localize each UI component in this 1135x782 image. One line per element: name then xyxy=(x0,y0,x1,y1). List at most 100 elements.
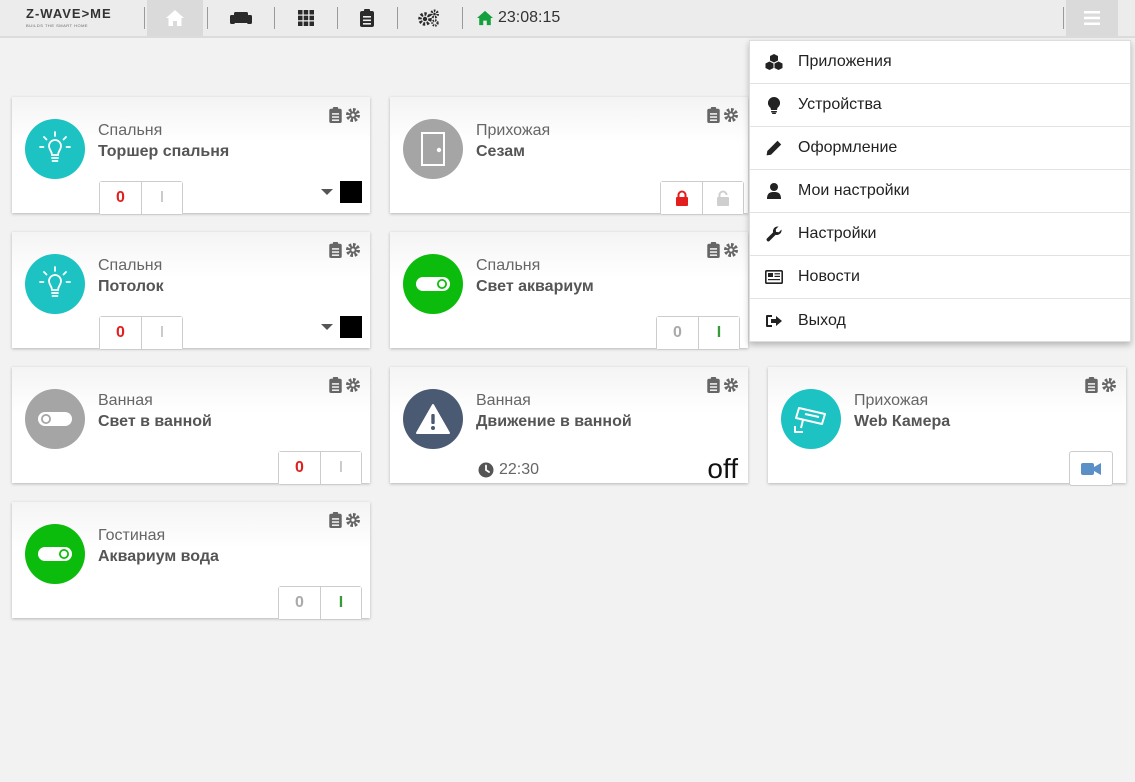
device-card: Спальня Потолок 0 I xyxy=(12,232,370,350)
top-bar: Z-WAVE>ME BUILDS THE SMART HOME 23:08:15 xyxy=(0,0,1135,38)
video-camera-icon xyxy=(1081,462,1101,475)
menu-item-settings[interactable]: Настройки xyxy=(750,213,1130,256)
on-off-switch: 0 I xyxy=(278,451,362,485)
main-menu-button[interactable] xyxy=(1066,0,1118,36)
on-off-switch: 0 I xyxy=(99,181,183,215)
device-name: Свет аквариум xyxy=(476,278,594,295)
caret-down-icon[interactable] xyxy=(321,189,333,195)
off-button[interactable]: 0 xyxy=(100,317,141,349)
on-button[interactable]: I xyxy=(141,317,182,349)
menu-item-label: Новости xyxy=(798,268,860,285)
off-button[interactable]: 0 xyxy=(279,587,320,619)
on-button[interactable]: I xyxy=(698,317,739,349)
main-menu-dropdown: Приложения Устройства Оформление Мои нас… xyxy=(749,40,1131,342)
logo-tagline: BUILDS THE SMART HOME xyxy=(26,23,89,28)
clipboard-icon[interactable] xyxy=(707,242,720,258)
clipboard-icon[interactable] xyxy=(1085,377,1098,393)
device-room: Ванная xyxy=(476,392,531,409)
device-name: Потолок xyxy=(98,278,164,295)
off-button[interactable]: 0 xyxy=(657,317,698,349)
clipboard-icon[interactable] xyxy=(329,512,342,528)
gear-icon[interactable] xyxy=(345,107,361,123)
on-off-switch: 0 I xyxy=(656,316,740,350)
device-room: Прихожая xyxy=(476,122,551,139)
device-room: Спальня xyxy=(476,257,541,274)
gear-icon[interactable] xyxy=(723,377,739,393)
cubes-icon xyxy=(765,54,783,70)
menu-item-my-settings[interactable]: Мои настройки xyxy=(750,170,1130,213)
clock-time: 23:08:15 xyxy=(498,9,561,26)
device-room: Гостиная xyxy=(98,527,166,544)
on-button[interactable]: I xyxy=(320,587,361,619)
device-card: Спальня Свет аквариум 0 I xyxy=(390,232,748,350)
gears-icon xyxy=(418,9,440,27)
clock-icon xyxy=(478,462,494,478)
home-button[interactable] xyxy=(147,0,203,36)
menu-item-label: Оформление xyxy=(798,139,898,156)
gear-icon[interactable] xyxy=(1101,377,1117,393)
pencil-icon xyxy=(766,140,782,156)
events-button[interactable] xyxy=(340,0,394,36)
device-card: Ванная Движение в ванной 22:30 off xyxy=(390,367,748,483)
separator xyxy=(1063,7,1064,29)
unlock-button[interactable] xyxy=(702,182,743,214)
clipboard-icon[interactable] xyxy=(329,242,342,258)
hamburger-icon xyxy=(1084,11,1100,25)
user-icon xyxy=(767,183,781,199)
device-room: Прихожая xyxy=(854,392,929,409)
bulb-icon xyxy=(25,119,85,179)
toggle-on-icon xyxy=(25,524,85,584)
grid-icon xyxy=(298,10,314,26)
caret-down-icon[interactable] xyxy=(321,324,333,330)
last-update: 22:30 xyxy=(478,461,539,479)
lock-button[interactable] xyxy=(661,182,702,214)
lightbulb-icon xyxy=(768,96,780,114)
clipboard-icon[interactable] xyxy=(329,107,342,123)
rooms-button[interactable] xyxy=(210,0,272,36)
home-icon xyxy=(166,10,184,26)
newspaper-icon xyxy=(765,270,783,284)
separator xyxy=(462,7,463,29)
open-camera-button[interactable] xyxy=(1069,451,1113,486)
device-room: Спальня xyxy=(98,122,163,139)
menu-item-devices[interactable]: Устройства xyxy=(750,84,1130,127)
toggle-off-icon xyxy=(25,389,85,449)
gear-icon[interactable] xyxy=(345,377,361,393)
warning-icon xyxy=(403,389,463,449)
sensor-level: off xyxy=(707,453,738,484)
automation-button[interactable] xyxy=(400,0,458,36)
separator xyxy=(337,7,338,29)
color-swatch[interactable] xyxy=(340,316,362,338)
device-name: Web Камера xyxy=(854,413,951,430)
clipboard-icon[interactable] xyxy=(329,377,342,393)
logo-text: Z-WAVE>ME xyxy=(26,6,112,21)
menu-item-news[interactable]: Новости xyxy=(750,256,1130,299)
menu-item-logout[interactable]: Выход xyxy=(750,299,1130,342)
device-name: Торшер спальня xyxy=(98,143,230,160)
off-button[interactable]: 0 xyxy=(100,182,141,214)
off-button[interactable]: 0 xyxy=(279,452,320,484)
separator xyxy=(274,7,275,29)
gear-icon[interactable] xyxy=(723,242,739,258)
gear-icon[interactable] xyxy=(345,242,361,258)
menu-item-label: Мои настройки xyxy=(798,182,910,199)
gear-icon[interactable] xyxy=(723,107,739,123)
logo: Z-WAVE>ME BUILDS THE SMART HOME xyxy=(26,7,122,31)
home-icon xyxy=(477,10,493,26)
device-room: Ванная xyxy=(98,392,153,409)
device-room: Спальня xyxy=(98,257,163,274)
wrench-icon xyxy=(766,226,782,242)
device-card: Гостиная Аквариум вода 0 I xyxy=(12,502,370,620)
on-button[interactable]: I xyxy=(320,452,361,484)
on-off-switch: 0 I xyxy=(99,316,183,350)
clipboard-icon xyxy=(360,9,374,27)
menu-item-design[interactable]: Оформление xyxy=(750,127,1130,170)
color-swatch[interactable] xyxy=(340,181,362,203)
elements-button[interactable] xyxy=(277,0,335,36)
clipboard-icon[interactable] xyxy=(707,107,720,123)
on-button[interactable]: I xyxy=(141,182,182,214)
menu-item-apps[interactable]: Приложения xyxy=(750,41,1130,84)
gear-icon[interactable] xyxy=(345,512,361,528)
device-name: Движение в ванной xyxy=(476,413,632,430)
clipboard-icon[interactable] xyxy=(707,377,720,393)
